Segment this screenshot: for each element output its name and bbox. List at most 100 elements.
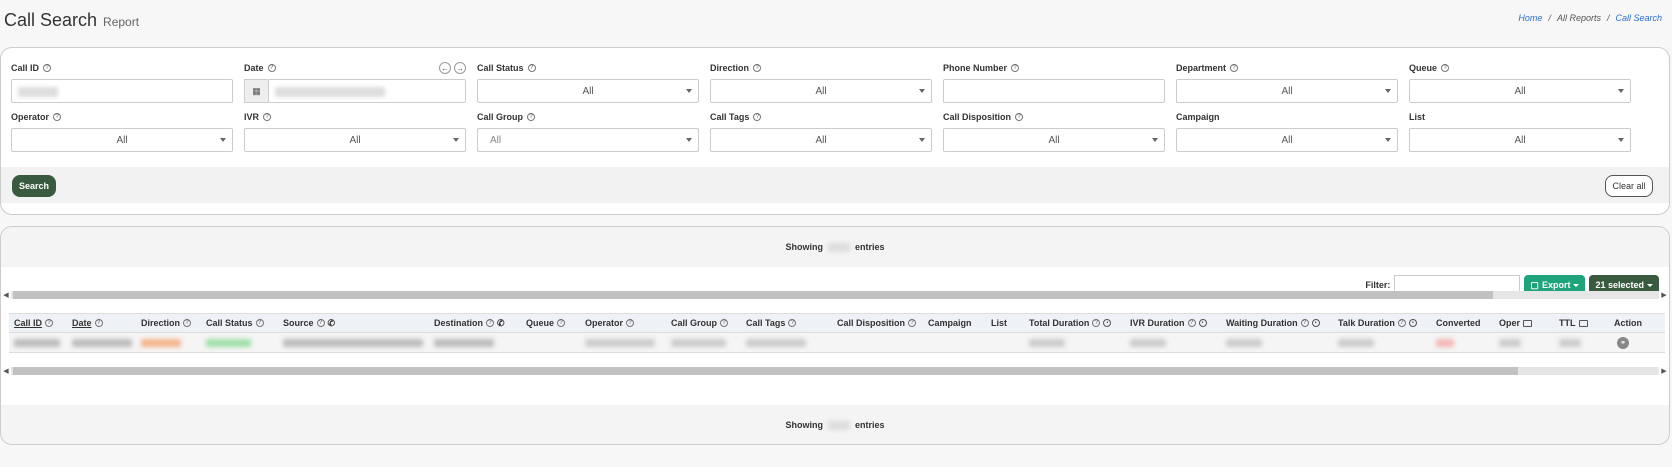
- help-icon[interactable]: ?: [1015, 113, 1024, 121]
- results-table: Call ID? Date? Direction? Call Status? S…: [9, 313, 1665, 353]
- help-icon[interactable]: ?: [557, 319, 566, 327]
- date-next-arrow-icon[interactable]: →: [454, 62, 466, 74]
- col-direction[interactable]: Direction?: [136, 318, 201, 328]
- col-talk-duration[interactable]: Talk Duration? •: [1333, 318, 1431, 328]
- campaign-select[interactable]: All: [1176, 128, 1398, 152]
- help-icon[interactable]: ?: [183, 319, 192, 327]
- help-icon[interactable]: ?: [267, 64, 276, 72]
- col-call-id[interactable]: Call ID?: [9, 318, 67, 328]
- list-select[interactable]: All: [1409, 128, 1631, 152]
- scroll-right-icon[interactable]: ▶: [1659, 367, 1669, 375]
- col-converted[interactable]: Converted: [1431, 318, 1494, 328]
- chevron-down-icon: [1152, 138, 1158, 142]
- cell-talk-duration: [1333, 333, 1431, 353]
- queue-select[interactable]: All: [1409, 79, 1631, 103]
- scroll-left-icon[interactable]: ◀: [1, 291, 11, 299]
- department-select[interactable]: All: [1176, 79, 1398, 103]
- scrollbar-thumb[interactable]: [13, 291, 1493, 299]
- scroll-left-icon[interactable]: ◀: [1, 367, 11, 375]
- col-list[interactable]: List: [986, 318, 1024, 328]
- help-icon[interactable]: ?: [753, 64, 762, 72]
- top-scrollbar[interactable]: ◀ ▶: [1, 290, 1669, 300]
- call-disposition-value: All: [1048, 134, 1060, 146]
- col-queue[interactable]: Queue?: [521, 318, 580, 328]
- help-icon[interactable]: ?: [53, 113, 62, 121]
- list-label: List: [1409, 112, 1426, 122]
- help-icon[interactable]: ?: [1187, 319, 1196, 327]
- help-icon[interactable]: ?: [908, 319, 917, 327]
- col-destination-label: Destination: [434, 318, 484, 328]
- call-id-label: Call ID: [11, 63, 40, 73]
- operator-select[interactable]: All: [11, 128, 233, 152]
- col-total-duration[interactable]: Total Duration? •: [1024, 318, 1125, 328]
- help-icon[interactable]: ?: [720, 319, 729, 327]
- col-date[interactable]: Date?: [67, 318, 136, 328]
- col-oper[interactable]: Oper: [1494, 318, 1554, 328]
- filter-action-bar: [1, 167, 1669, 203]
- col-call-id-label: Call ID: [14, 318, 43, 328]
- phone-icon: ✆: [497, 317, 505, 328]
- help-icon[interactable]: ?: [1011, 64, 1020, 72]
- col-campaign[interactable]: Campaign: [923, 318, 986, 328]
- call-status-select[interactable]: All: [477, 79, 699, 103]
- call-tags-select[interactable]: All: [710, 128, 932, 152]
- call-disposition-select[interactable]: All: [943, 128, 1165, 152]
- help-icon[interactable]: ?: [626, 319, 635, 327]
- chevron-down-icon: [1385, 89, 1391, 93]
- clock-icon: •: [1198, 319, 1207, 327]
- scroll-right-icon[interactable]: ▶: [1659, 291, 1669, 299]
- phone-icon: ✆: [327, 317, 336, 328]
- table-row[interactable]: ⚭: [9, 333, 1665, 353]
- col-call-tags[interactable]: Call Tags?: [741, 318, 832, 328]
- col-source[interactable]: Source? ✆: [278, 318, 429, 329]
- col-ivr-duration[interactable]: IVR Duration? •: [1125, 318, 1221, 328]
- date-prev-arrow-icon[interactable]: ←: [439, 62, 451, 74]
- col-destination[interactable]: Destination? ✆: [429, 318, 521, 329]
- help-icon[interactable]: ?: [1441, 64, 1450, 72]
- filter-ivr: IVR? All: [244, 111, 466, 152]
- breadcrumb-home[interactable]: Home: [1518, 13, 1542, 23]
- help-icon[interactable]: ?: [263, 113, 272, 121]
- direction-value: All: [815, 85, 827, 97]
- col-waiting-duration[interactable]: Waiting Duration? •: [1221, 318, 1333, 328]
- scrollbar-thumb[interactable]: [13, 367, 1518, 375]
- col-call-group[interactable]: Call Group?: [666, 318, 741, 328]
- help-icon[interactable]: ?: [1397, 319, 1406, 327]
- help-icon[interactable]: ?: [1300, 319, 1309, 327]
- campaign-value: All: [1281, 134, 1293, 146]
- help-icon[interactable]: ?: [527, 64, 536, 72]
- help-icon[interactable]: ?: [94, 319, 103, 327]
- page-subtitle: Report: [103, 15, 140, 29]
- col-call-status[interactable]: Call Status?: [201, 318, 278, 328]
- help-icon[interactable]: ?: [1230, 64, 1239, 72]
- call-id-input[interactable]: [11, 79, 233, 103]
- date-range-input[interactable]: [268, 79, 466, 103]
- help-icon[interactable]: ?: [486, 319, 495, 327]
- help-icon[interactable]: ?: [255, 319, 264, 327]
- help-icon[interactable]: ?: [45, 319, 54, 327]
- breadcrumb-current[interactable]: Call Search: [1615, 13, 1662, 23]
- col-call-disposition-label: Call Disposition: [837, 318, 906, 328]
- search-button[interactable]: Search: [12, 175, 56, 197]
- direction-select[interactable]: All: [710, 79, 932, 103]
- clear-all-button[interactable]: Clear all: [1605, 175, 1653, 197]
- help-icon[interactable]: ?: [43, 64, 52, 72]
- col-call-disposition[interactable]: Call Disposition?: [832, 318, 923, 328]
- bottom-scrollbar[interactable]: ◀ ▶: [1, 366, 1669, 376]
- help-icon[interactable]: ?: [316, 319, 325, 327]
- calendar-icon[interactable]: ▦: [244, 79, 268, 103]
- help-icon[interactable]: ?: [788, 319, 797, 327]
- col-operator[interactable]: Operator?: [580, 318, 666, 328]
- link-icon[interactable]: ⚭: [1617, 336, 1629, 349]
- phone-number-input[interactable]: [943, 79, 1165, 103]
- breadcrumb-all-reports[interactable]: All Reports: [1557, 13, 1601, 23]
- help-icon[interactable]: ?: [1092, 319, 1101, 327]
- help-icon[interactable]: ?: [753, 113, 762, 121]
- call-group-select[interactable]: All: [477, 128, 699, 152]
- call-tags-value: All: [815, 134, 827, 146]
- ivr-select[interactable]: All: [244, 128, 466, 152]
- help-icon[interactable]: ?: [527, 113, 536, 121]
- chevron-down-icon: [919, 138, 925, 142]
- col-ttl[interactable]: TTL: [1554, 318, 1609, 328]
- call-group-value: All: [490, 134, 502, 146]
